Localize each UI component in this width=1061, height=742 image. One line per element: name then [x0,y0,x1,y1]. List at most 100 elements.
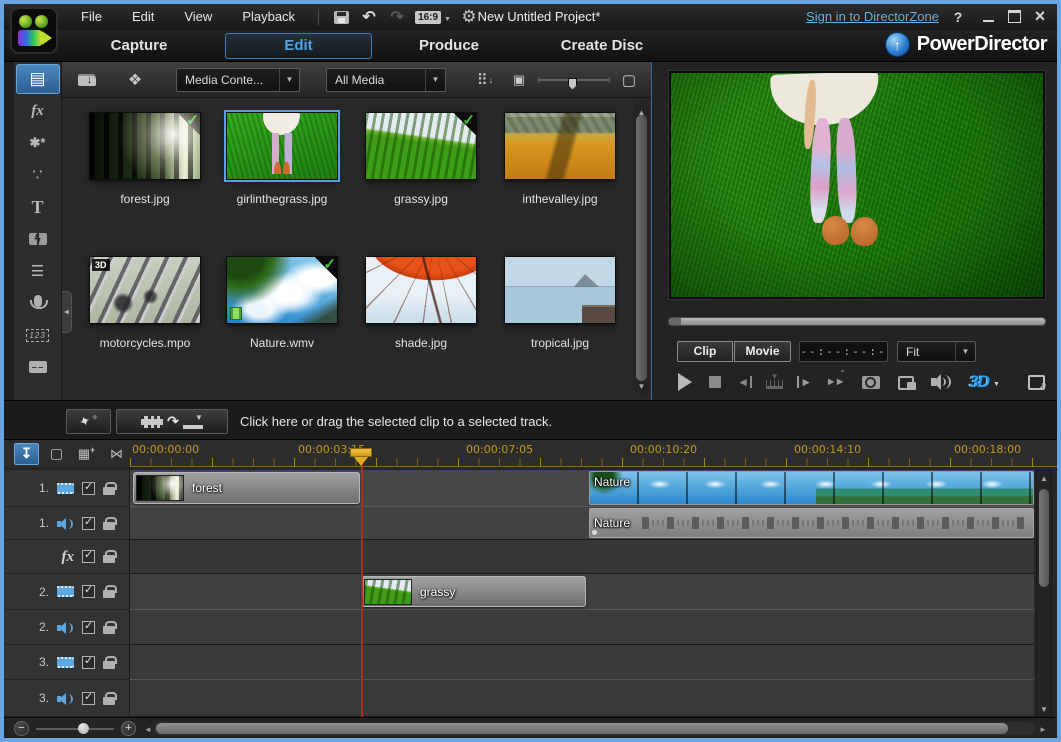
list-item[interactable]: forest.jpg [77,106,213,206]
thumbnail-image[interactable] [504,256,616,324]
undock-preview-button[interactable] [1027,372,1046,392]
title-room-icon[interactable] [16,192,60,222]
thumbnail-image[interactable] [89,112,201,180]
list-item[interactable]: inthevalley.jpg [492,106,628,206]
tab-capture[interactable]: Capture [74,30,204,62]
track-header[interactable]: 2. [4,574,130,610]
signin-link[interactable]: Sign in to DirectorZone [806,9,939,24]
scrollbar-thumb[interactable] [156,723,1008,734]
library-collapse-arrow[interactable] [62,291,72,333]
track-enable-checkbox[interactable] [82,550,95,563]
import-media-button[interactable] [70,66,104,94]
timeline-zoom-slider[interactable] [36,728,114,730]
large-thumbnails-button[interactable] [618,66,640,94]
insert-to-timeline-button[interactable] [116,409,228,434]
scroll-left-arrow[interactable] [142,722,154,736]
preview-window-button[interactable] [897,372,916,392]
voiceover-room-icon[interactable] [16,288,60,318]
clip-nature-video[interactable]: Nature [589,471,1034,505]
thumbnail-image[interactable] [365,256,477,324]
clip-nature-audio[interactable]: Nature [589,508,1034,538]
scroll-down-arrow[interactable] [1037,702,1051,716]
timeline-view-button[interactable] [14,443,39,465]
timeline-vertical-scrollbar[interactable] [1036,470,1052,717]
track-header[interactable]: 1. [4,507,130,540]
track-lane[interactable] [130,610,1034,645]
effect-room-icon[interactable] [16,96,60,126]
clip-mode-button[interactable]: Clip [677,341,733,362]
timeline-scale[interactable]: 00:00:00:00 00:00:03:15 00:00:07:05 00:0… [130,440,1034,467]
save-button[interactable] [329,7,353,27]
list-item[interactable]: shade.jpg [353,250,489,350]
list-item[interactable]: girlinthegrass.jpg [214,106,350,206]
track-lane[interactable] [130,540,1034,574]
track-lane[interactable]: Nature [130,507,1034,540]
track-enable-checkbox[interactable] [82,585,95,598]
zoom-in-button[interactable]: + [121,721,136,736]
track-enable-checkbox[interactable] [82,482,95,495]
previous-frame-button[interactable] [735,372,754,392]
thumbnail-image[interactable] [504,112,616,180]
list-item[interactable]: Nature.wmv [214,250,350,350]
add-track-button[interactable] [74,443,99,465]
lock-icon[interactable] [103,487,115,495]
minimize-button[interactable] [977,7,999,26]
media-room-icon[interactable] [16,64,60,94]
scroll-up-arrow[interactable] [1037,471,1051,485]
track-lane[interactable] [130,645,1034,680]
thumbnail-image[interactable] [226,112,338,180]
scrollbar-thumb[interactable] [636,115,647,381]
track-header[interactable]: 3. [4,645,130,680]
lock-icon[interactable] [103,590,115,598]
list-item[interactable]: grassy.jpg [353,106,489,206]
menu-view[interactable]: View [169,4,227,30]
stop-button[interactable] [705,372,724,392]
subtitle-room-icon[interactable] [16,352,60,382]
audio-mixing-room-icon[interactable] [16,256,60,286]
magic-tools-button[interactable] [66,409,111,434]
maximize-button[interactable] [1003,7,1025,26]
thumbnail-size-slider[interactable] [536,66,612,94]
list-item[interactable]: tropical.jpg [492,250,628,350]
track-enable-checkbox[interactable] [82,692,95,705]
zoom-slider-thumb[interactable] [78,723,89,734]
undo-button[interactable] [357,7,381,27]
playhead-marker[interactable] [350,448,372,467]
range-select-button[interactable] [104,443,129,465]
preview-seek-bar[interactable] [668,317,1046,326]
track-header[interactable]: 1. [4,470,130,507]
transition-room-icon[interactable] [16,224,60,254]
clip-forest[interactable]: forest [133,472,360,504]
pip-objects-room-icon[interactable] [16,128,60,158]
scrollbar-thumb[interactable] [1039,489,1049,587]
library-scrollbar[interactable] [634,101,649,395]
insert-hint-text[interactable]: Click here or drag the selected clip to … [240,401,552,441]
track-enable-checkbox[interactable] [82,656,95,669]
small-thumbnails-button[interactable] [508,66,530,94]
list-item[interactable]: 3D motorcycles.mpo [77,250,213,350]
media-content-dropdown[interactable]: Media Conte... [176,68,300,92]
scroll-right-arrow[interactable] [1037,722,1049,736]
thumbnail-image[interactable] [365,112,477,180]
tab-produce[interactable]: Produce [384,30,514,62]
menu-file[interactable]: File [66,4,117,30]
tab-create-disc[interactable]: Create Disc [527,30,677,62]
preview-zoom-dropdown[interactable]: Fit [897,341,976,362]
track-header[interactable]: 2. [4,610,130,645]
menu-edit[interactable]: Edit [117,4,169,30]
play-button[interactable] [675,372,694,392]
scroll-down-arrow[interactable] [634,376,649,394]
track-lane[interactable]: grassy [130,574,1034,610]
storyboard-view-button[interactable] [44,443,69,465]
timeline-ruler[interactable]: 00:00:00:00 00:00:03:15 00:00:07:05 00:0… [4,440,1057,467]
particle-room-icon[interactable] [16,160,60,190]
help-button[interactable] [947,7,969,26]
zoom-out-button[interactable]: − [14,721,29,736]
lock-icon[interactable] [103,522,115,530]
track-header[interactable]: 3. [4,680,130,717]
lock-icon[interactable] [103,555,115,563]
redo-button[interactable] [385,7,409,27]
timeline-horizontal-scrollbar[interactable] [154,722,1034,735]
next-frame-button[interactable] [795,372,814,392]
close-button[interactable] [1029,7,1051,26]
